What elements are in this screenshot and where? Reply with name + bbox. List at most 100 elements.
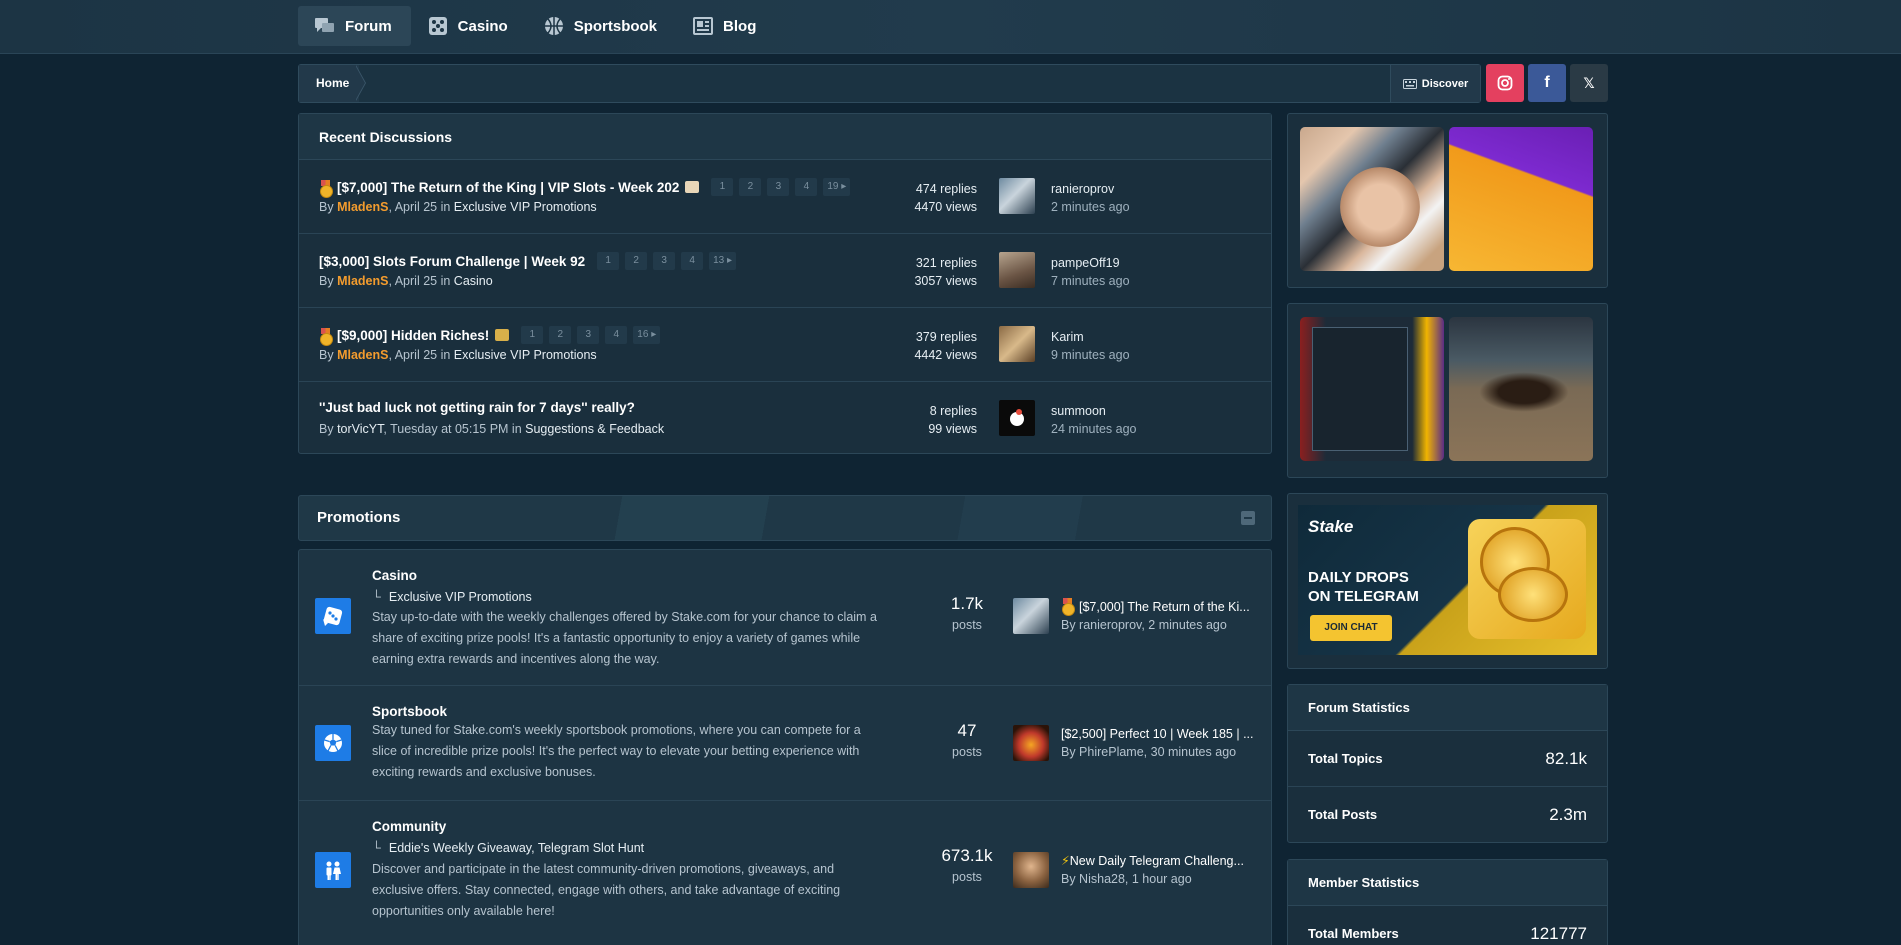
instagram-button[interactable] bbox=[1486, 64, 1524, 102]
page-link-last[interactable]: 16 ▸ bbox=[633, 326, 661, 344]
page-link[interactable]: 4 bbox=[795, 178, 818, 196]
topic-title-text: [$3,000] Slots Forum Challenge | Week 92 bbox=[319, 253, 586, 269]
streamer-thumbnail[interactable] bbox=[1300, 127, 1444, 271]
bet-slip-graphic bbox=[1312, 327, 1408, 451]
avatar[interactable] bbox=[1013, 725, 1049, 761]
member-statistics-title: Member Statistics bbox=[1288, 860, 1607, 906]
stat-label: Total Members bbox=[1308, 926, 1399, 941]
x-twitter-button[interactable]: 𝕏 bbox=[1570, 64, 1608, 102]
facebook-icon: f bbox=[1544, 74, 1550, 91]
page-link-last[interactable]: 19 ▸ bbox=[823, 178, 851, 196]
topic-forum-link[interactable]: Suggestions & Feedback bbox=[525, 422, 664, 436]
last-post-title[interactable]: [$2,500] Perfect 10 | Week 185 | ... bbox=[1061, 725, 1254, 743]
topic-forum-link[interactable]: Casino bbox=[454, 274, 493, 288]
topic-forum-link[interactable]: Exclusive VIP Promotions bbox=[454, 348, 597, 362]
forum-description: Discover and participate in the latest c… bbox=[372, 862, 841, 918]
tree-branch-icon: └ bbox=[372, 590, 381, 604]
by-label: By bbox=[319, 274, 338, 288]
topic-title[interactable]: [$7,000] The Return of the King | VIP Sl… bbox=[319, 178, 856, 198]
topic-pagination: 1 2 3 4 19 ▸ bbox=[711, 178, 856, 196]
avatar[interactable] bbox=[1013, 598, 1049, 634]
nav-blog[interactable]: Blog bbox=[676, 6, 775, 46]
nav-forum[interactable]: Forum bbox=[298, 6, 411, 46]
last-poster-name[interactable]: ranieroprov bbox=[1051, 180, 1130, 198]
last-poster-name[interactable]: summoon bbox=[1051, 402, 1136, 420]
avatar[interactable] bbox=[999, 400, 1035, 436]
topic-row[interactable]: [$3,000] Slots Forum Challenge | Week 92… bbox=[299, 234, 1271, 308]
last-post-title[interactable]: [$7,000] The Return of the Ki... bbox=[1061, 598, 1250, 616]
nav-sportsbook[interactable]: Sportsbook bbox=[527, 6, 676, 46]
dice-icon bbox=[315, 598, 351, 634]
topic-title[interactable]: [$9,000] Hidden Riches! 1 2 3 4 16 ▸ bbox=[319, 326, 666, 346]
page-link[interactable]: 3 bbox=[577, 326, 600, 344]
promo-thumbnail[interactable] bbox=[1449, 127, 1593, 271]
subforum-link[interactable]: Eddie's Weekly Giveaway, Telegram Slot H… bbox=[389, 841, 644, 855]
telegram-banner[interactable]: Stake DAILY DROPS ON TELEGRAM JOIN CHAT bbox=[1298, 505, 1597, 655]
subforum-link[interactable]: Exclusive VIP Promotions bbox=[389, 590, 532, 604]
sports-bet-thumbnail[interactable] bbox=[1300, 317, 1444, 461]
topic-row[interactable]: [$9,000] Hidden Riches! 1 2 3 4 16 ▸ By … bbox=[299, 308, 1271, 382]
forum-name[interactable]: Casino bbox=[372, 568, 417, 583]
treasure-emoji-icon bbox=[495, 329, 510, 341]
topic-title[interactable]: [$3,000] Slots Forum Challenge | Week 92… bbox=[319, 252, 742, 270]
avatar[interactable] bbox=[999, 252, 1035, 288]
page-link[interactable]: 4 bbox=[605, 326, 628, 344]
forum-name[interactable]: Sportsbook bbox=[372, 704, 447, 719]
topic-author[interactable]: MladenS bbox=[337, 200, 388, 214]
last-post-title[interactable]: ⚡New Daily Telegram Challeng... bbox=[1061, 852, 1244, 870]
forum-category-community: Community └ Eddie's Weekly Giveaway, Tele… bbox=[299, 801, 1271, 945]
subforum-list: └ Exclusive VIP Promotions bbox=[372, 590, 532, 604]
topic-meta: By MladenS, April 25 in Casino bbox=[319, 274, 493, 288]
page-link[interactable]: 2 bbox=[625, 252, 648, 270]
subforum-list: └ Eddie's Weekly Giveaway, Telegram Slot … bbox=[372, 841, 644, 855]
topic-forum-link[interactable]: Exclusive VIP Promotions bbox=[454, 200, 597, 214]
topic-author[interactable]: torVicYT bbox=[337, 422, 383, 436]
by-label: By bbox=[319, 348, 338, 362]
facebook-button[interactable]: f bbox=[1528, 64, 1566, 102]
page-link[interactable]: 4 bbox=[681, 252, 704, 270]
top-navigation-bar: Forum Casino Sportsbook Blog bbox=[0, 0, 1901, 54]
nav-blog-label: Blog bbox=[723, 17, 757, 35]
page-link[interactable]: 1 bbox=[521, 326, 544, 344]
topic-meta: By MladenS, April 25 in Exclusive VIP Pr… bbox=[319, 348, 597, 362]
topic-author[interactable]: MladenS bbox=[337, 274, 388, 288]
stake-logo: Stake bbox=[1308, 517, 1354, 536]
sidebar-media-block-2 bbox=[1287, 303, 1608, 478]
stat-value: 121777 bbox=[1530, 924, 1587, 943]
collapse-toggle[interactable] bbox=[1241, 511, 1255, 525]
breadcrumb-home[interactable]: Home bbox=[299, 65, 359, 102]
page-link[interactable]: 1 bbox=[711, 178, 734, 196]
avatar[interactable] bbox=[1013, 852, 1049, 888]
page-link-last[interactable]: 13 ▸ bbox=[709, 252, 737, 270]
topic-author[interactable]: MladenS bbox=[337, 348, 388, 362]
post-count-value: 1.7k bbox=[950, 594, 984, 613]
page-link[interactable]: 3 bbox=[653, 252, 676, 270]
last-poster-name[interactable]: pampeOff19 bbox=[1051, 254, 1130, 272]
stat-row: Total Posts 2.3m bbox=[1288, 787, 1607, 843]
racing-graphic bbox=[1479, 372, 1569, 412]
forum-name[interactable]: Community bbox=[372, 819, 446, 834]
topic-row[interactable]: ''Just bad luck not getting rain for 7 d… bbox=[299, 382, 1271, 456]
breadcrumb: Home Discover bbox=[298, 64, 1481, 103]
avatar[interactable] bbox=[999, 178, 1035, 214]
last-poster-name[interactable]: Karim bbox=[1051, 328, 1130, 346]
racing-thumbnail[interactable] bbox=[1449, 317, 1593, 461]
topic-title-text: [$7,000] The Return of the King | VIP Sl… bbox=[337, 179, 680, 195]
page-link[interactable]: 1 bbox=[597, 252, 620, 270]
nav-sportsbook-label: Sportsbook bbox=[573, 17, 658, 35]
page-link[interactable]: 2 bbox=[739, 178, 762, 196]
last-post-by: By PhirePlame, 30 minutes ago bbox=[1061, 745, 1237, 759]
page-link[interactable]: 3 bbox=[767, 178, 790, 196]
avatar[interactable] bbox=[999, 326, 1035, 362]
nav-casino[interactable]: Casino bbox=[411, 6, 527, 46]
discover-button[interactable]: Discover bbox=[1390, 65, 1480, 102]
topic-views: 4470 views bbox=[914, 200, 977, 214]
topic-row[interactable]: [$7,000] The Return of the King | VIP Sl… bbox=[299, 160, 1271, 234]
join-chat-button[interactable]: JOIN CHAT bbox=[1310, 615, 1392, 641]
page-link[interactable]: 2 bbox=[549, 326, 572, 344]
topic-title[interactable]: ''Just bad luck not getting rain for 7 d… bbox=[319, 400, 635, 415]
last-post-time: 9 minutes ago bbox=[1051, 348, 1130, 362]
last-poster: summoon 24 minutes ago bbox=[1051, 402, 1136, 438]
coins-graphic bbox=[1468, 519, 1586, 639]
topic-meta: By MladenS, April 25 in Exclusive VIP Pr… bbox=[319, 200, 597, 214]
